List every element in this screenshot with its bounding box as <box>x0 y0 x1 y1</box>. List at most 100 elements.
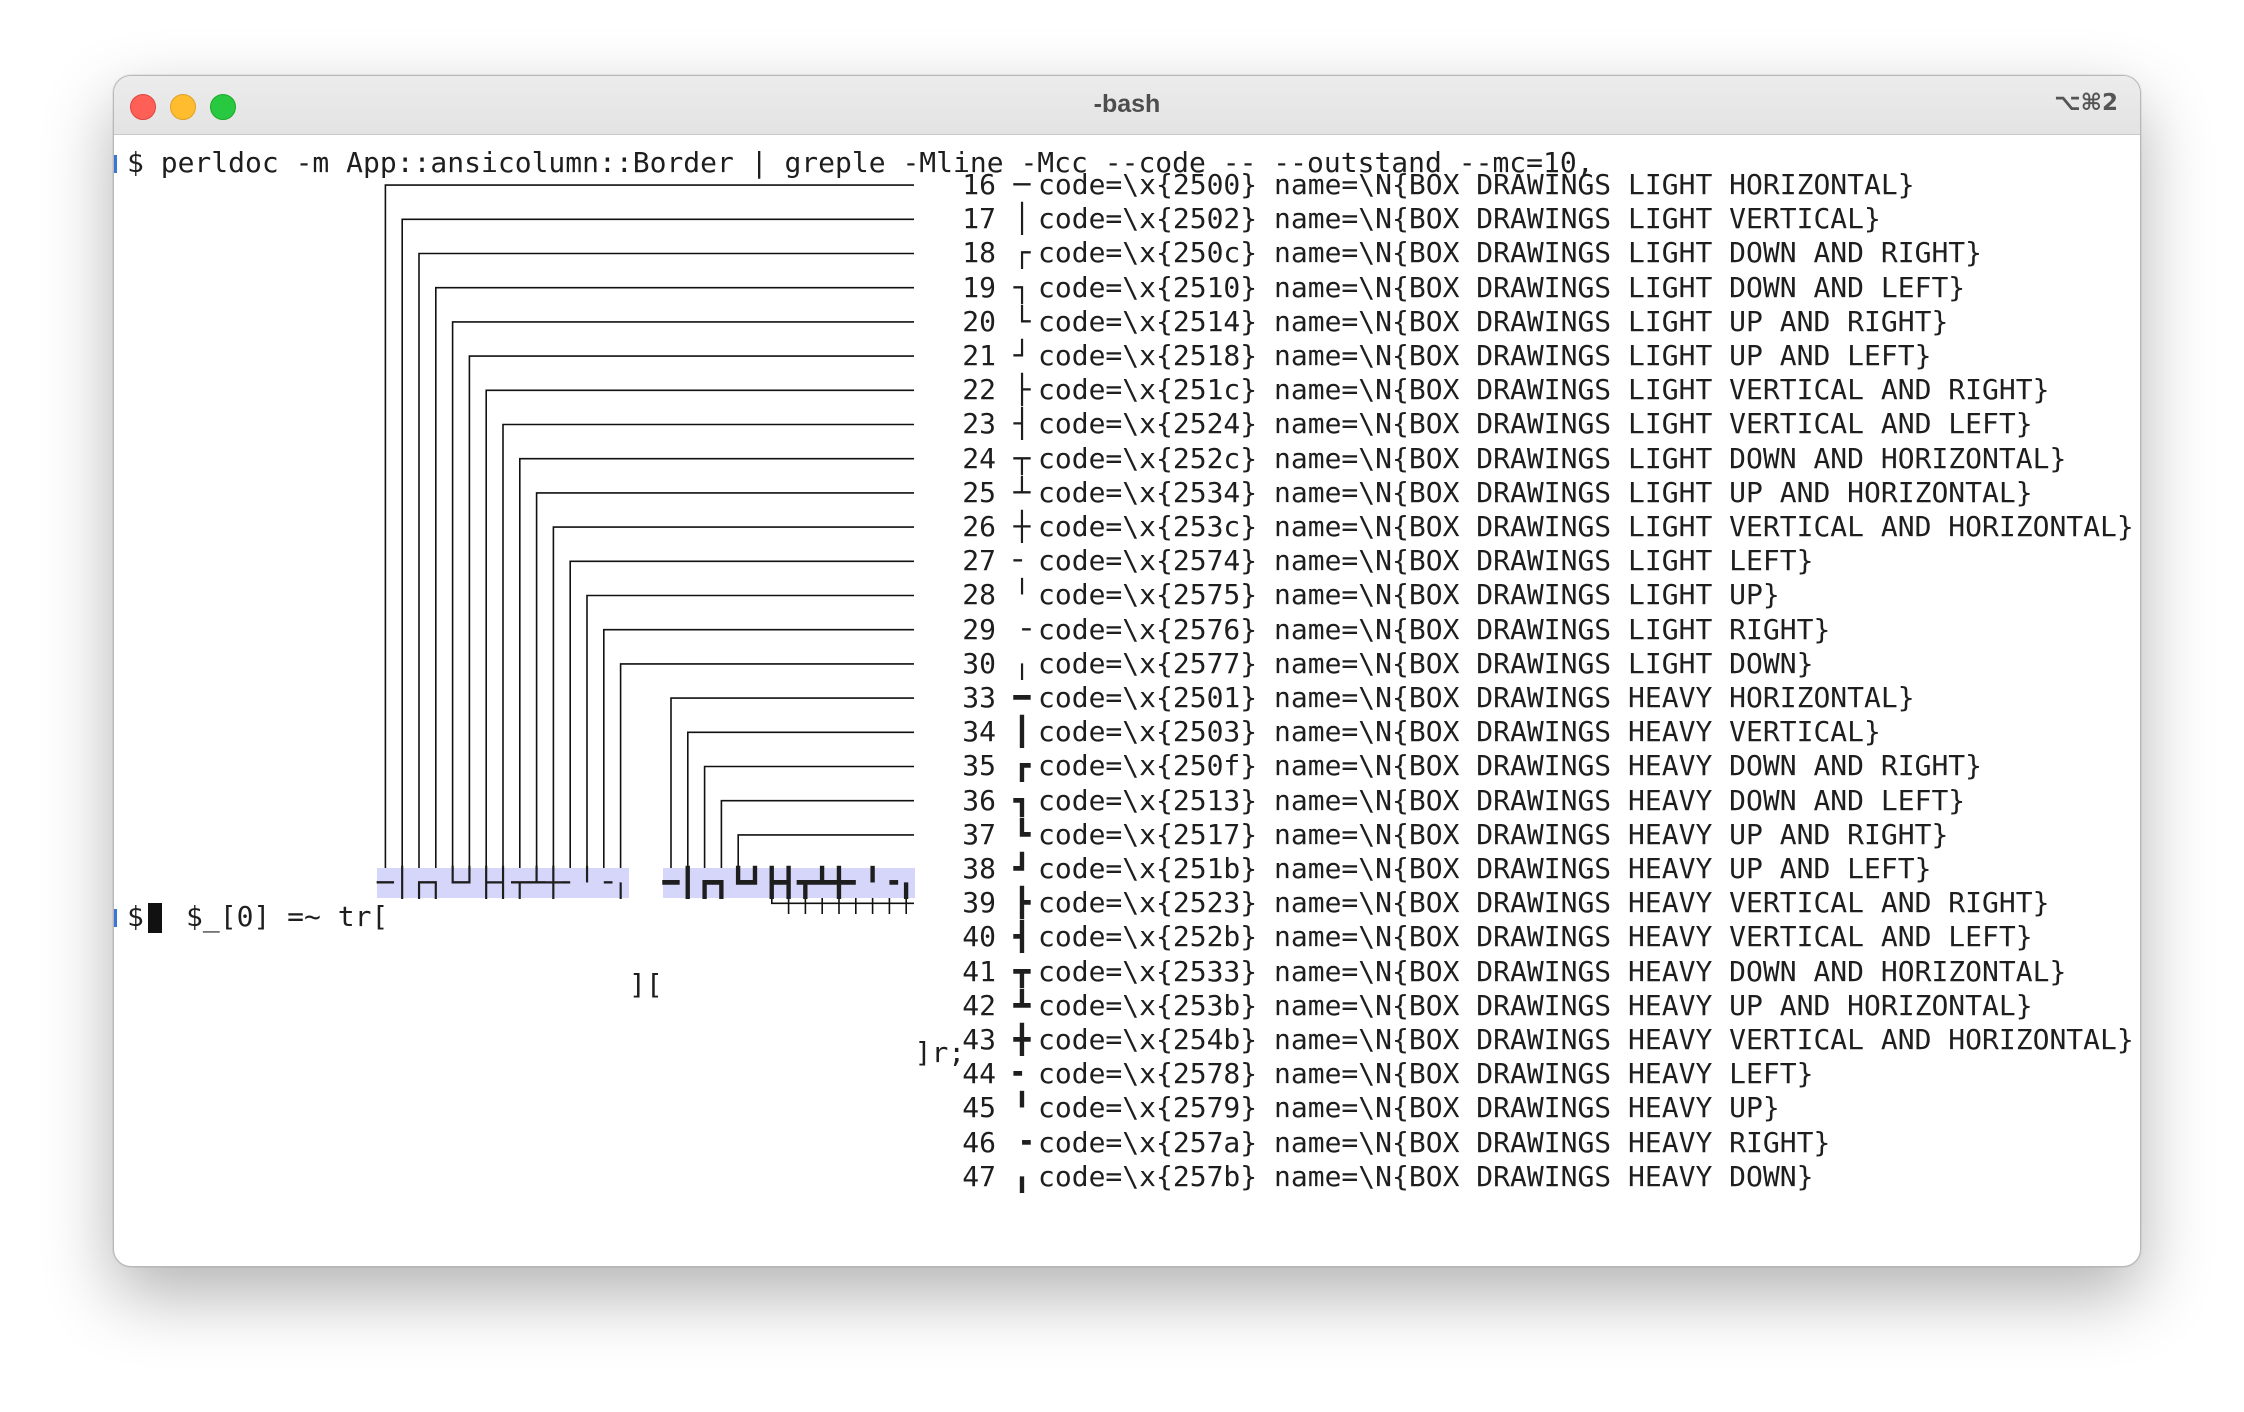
tr-char: ┣ <box>763 866 781 899</box>
tr-char: ┫ <box>780 866 798 899</box>
tr-char: ├ <box>477 866 495 899</box>
tr-char: ┳ <box>796 866 814 899</box>
connector-line <box>602 628 914 874</box>
box-drawing-glyph: ┴ <box>1013 475 1031 509</box>
box-drawing-glyph: ╋ <box>1013 1023 1031 1056</box>
code-description: code=\x{2576} name=\N{BOX DRAWINGS LIGHT… <box>1038 612 1831 646</box>
code-description: code=\x{2503} name=\N{BOX DRAWINGS HEAVY… <box>1038 715 1881 749</box>
connector-line <box>569 560 914 874</box>
box-drawing-glyph: ╶ <box>1013 612 1031 646</box>
box-drawing-glyph: ┃ <box>1013 715 1031 749</box>
box-drawing-glyph: ├ <box>1013 373 1031 407</box>
tr-char: ┤ <box>494 866 512 899</box>
box-drawing-glyph: ╸ <box>1013 1057 1031 1091</box>
code-description: code=\x{2533} name=\N{BOX DRAWINGS HEAVY… <box>1038 954 2067 988</box>
box-drawing-glyph: │ <box>1013 202 1031 236</box>
connector-line <box>670 697 914 874</box>
tr-char: ┐ <box>427 866 445 899</box>
line-number: 45 <box>962 1091 996 1125</box>
code-description: code=\x{253b} name=\N{BOX DRAWINGS HEAVY… <box>1038 988 2033 1022</box>
code-description: code=\x{251b} name=\N{BOX DRAWINGS HEAVY… <box>1038 852 1932 885</box>
tr-char: ─ <box>377 866 394 899</box>
box-drawing-glyph: ┫ <box>1013 920 1031 954</box>
box-drawing-glyph: ┣ <box>1013 886 1031 920</box>
tr-char: ╹ <box>864 866 882 899</box>
code-description: code=\x{2534} name=\N{BOX DRAWINGS LIGHT… <box>1038 475 2033 509</box>
box-drawing-glyph: └ <box>1013 304 1031 338</box>
line-number: 35 <box>962 749 996 783</box>
box-drawing-glyph: ╺ <box>1013 1125 1031 1159</box>
code-description: code=\x{2513} name=\N{BOX DRAWINGS HEAVY… <box>1038 783 1966 817</box>
line-number: 33 <box>962 681 996 714</box>
code-description: code=\x{252b} name=\N{BOX DRAWINGS HEAVY… <box>1038 920 2033 954</box>
line-number: 42 <box>962 988 996 1022</box>
code-description: code=\x{252c} name=\N{BOX DRAWINGS LIGHT… <box>1038 441 2067 475</box>
connector-line <box>502 423 914 874</box>
current-prompt[interactable]: $ <box>114 900 162 934</box>
tr-char: ╷ <box>612 866 630 899</box>
connector-line <box>434 286 914 874</box>
line-number: 29 <box>962 612 996 646</box>
box-drawing-glyph: ┘ <box>1013 339 1031 372</box>
connector-line <box>401 218 914 874</box>
code-description: code=\x{2501} name=\N{BOX DRAWINGS HEAVY… <box>1038 681 1915 714</box>
line-number: 40 <box>962 920 996 954</box>
line-number: 39 <box>962 886 996 920</box>
tr-middle: ][ <box>629 968 663 1001</box>
tr-char: ┴ <box>528 866 546 899</box>
line-number: 26 <box>962 510 996 543</box>
code-description: code=\x{2518} name=\N{BOX DRAWINGS LIGHT… <box>1038 339 1932 372</box>
line-number: 23 <box>962 407 996 441</box>
code-description: code=\x{251c} name=\N{BOX DRAWINGS LIGHT… <box>1038 373 2050 407</box>
box-drawing-glyph: ┬ <box>1013 441 1031 475</box>
terminal-output[interactable]: $ perldoc -m App::ansicolumn::Border | g… <box>114 134 2140 1266</box>
line-number: 34 <box>962 715 996 749</box>
line-number: 46 <box>962 1125 996 1159</box>
code-description: code=\x{2579} name=\N{BOX DRAWINGS HEAVY… <box>1038 1091 1780 1125</box>
tr-char: ┌ <box>410 866 428 899</box>
tr-char: ┘ <box>461 866 478 899</box>
code-description: code=\x{2514} name=\N{BOX DRAWINGS LIGHT… <box>1038 304 1949 338</box>
tr-char: ╻ <box>897 866 915 899</box>
line-number: 36 <box>962 783 996 817</box>
box-drawing-glyph: ╹ <box>1013 1091 1031 1125</box>
box-drawing-glyph: ┗ <box>1013 817 1031 851</box>
tr-char: │ <box>393 866 411 899</box>
box-drawing-glyph: ┼ <box>1013 510 1031 543</box>
code-description: code=\x{2575} name=\N{BOX DRAWINGS LIGHT… <box>1038 578 1780 612</box>
connector-line <box>552 526 914 874</box>
box-drawing-glyph: ┏ <box>1013 749 1031 783</box>
window-title: -bash <box>1093 90 1161 118</box>
box-drawing-glyph: ─ <box>1013 168 1031 201</box>
connector-line <box>535 492 914 874</box>
box-drawing-glyph: ╷ <box>1013 646 1031 680</box>
tr-char: └ <box>444 866 462 899</box>
box-drawing-glyph: ┳ <box>1013 954 1031 988</box>
code-description: code=\x{257b} name=\N{BOX DRAWINGS HEAVY… <box>1038 1159 1814 1193</box>
line-number: 27 <box>962 544 996 578</box>
prompt-symbol: $ <box>127 900 144 933</box>
tr-heavy-chars-highlight: ━ ┃ ┏ ┓ ┗ ┛ ┣ ┫ ┳ ┻ ╋ ╸ ╹ ╺ ╻ <box>662 866 915 899</box>
tr-char: ┏ <box>696 866 714 899</box>
window-shortcut: ⌥⌘2 <box>2054 90 2118 116</box>
tr-char: ┻ <box>813 866 831 899</box>
code-description: code=\x{250f} name=\N{BOX DRAWINGS HEAVY… <box>1038 749 1983 783</box>
tr-char: ┼ <box>545 866 562 899</box>
code-description: code=\x{2517} name=\N{BOX DRAWINGS HEAVY… <box>1038 817 1949 851</box>
code-description: code=\x{254b} name=\N{BOX DRAWINGS HEAVY… <box>1038 1023 2134 1056</box>
connector-line <box>720 799 914 874</box>
tr-statement: $_[0] =~ tr[ ─ │ ┌ ┐ └ ┘ ├ ┤ ┬ ┴ ┼ ╴ ╵ ╶ ╷ ][ ━ ┃ ┏ ┓ ┗ ┛ ┣ ┫… <box>114 866 965 1069</box>
code-description: code=\x{2502} name=\N{BOX DRAWINGS LIGHT… <box>1038 202 1881 236</box>
box-drawing-glyph: ╻ <box>1013 1159 1031 1193</box>
box-drawing-glyph: ┤ <box>1013 407 1031 441</box>
line-number: 22 <box>962 373 996 407</box>
line-number: 18 <box>962 236 996 270</box>
tr-char: ┛ <box>746 866 764 899</box>
box-drawing-glyph: ┛ <box>1013 852 1031 885</box>
prompt-marker-icon <box>114 909 123 927</box>
tr-char: ┬ <box>511 866 529 899</box>
tr-char: ╺ <box>880 866 898 899</box>
tr-char: ┓ <box>712 866 730 899</box>
line-number: 30 <box>962 646 996 680</box>
code-description: code=\x{2574} name=\N{BOX DRAWINGS LIGHT… <box>1038 544 1814 578</box>
